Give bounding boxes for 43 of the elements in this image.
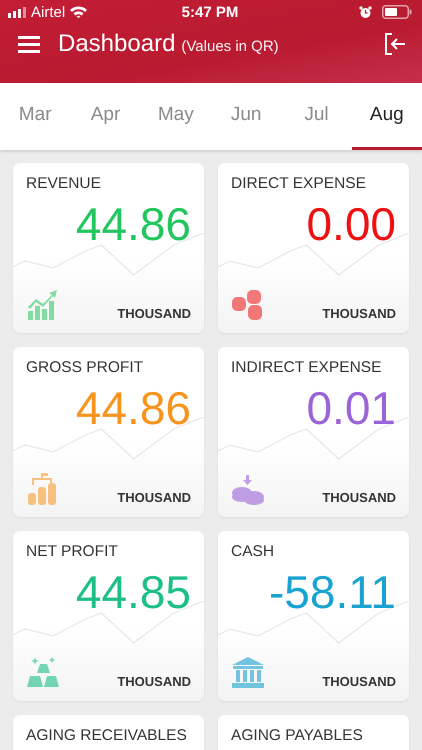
metric-card[interactable]: DIRECT EXPENSE 0.00 THOUSAND: [218, 163, 409, 333]
metric-title: CASH: [231, 543, 274, 561]
metric-value: 44.85: [76, 567, 191, 618]
metric-card[interactable]: AGING PAYABLES: [218, 715, 409, 750]
month-tab[interactable]: Aug: [352, 83, 422, 150]
ingots-icon: [26, 657, 60, 689]
metric-value: 44.86: [76, 383, 191, 434]
battery-icon: [382, 5, 412, 19]
metric-title: AGING PAYABLES: [231, 727, 363, 745]
metric-card[interactable]: REVENUE 44.86 THOUSAND: [13, 163, 204, 333]
unit-label: THOUSAND: [117, 490, 191, 505]
unit-label: THOUSAND: [322, 306, 396, 321]
metric-value: -58.11: [268, 567, 396, 618]
carrier-name: Airtel: [31, 4, 66, 20]
metric-value: 44.86: [76, 199, 191, 250]
page-title: Dashboard: [58, 30, 176, 58]
unit-label: THOUSAND: [322, 674, 396, 689]
wifi-icon: [70, 6, 88, 18]
metric-title: REVENUE: [26, 175, 101, 193]
metric-card[interactable]: NET PROFIT 44.85 THOUSAND: [13, 531, 204, 701]
coins-icon: [231, 475, 265, 505]
metric-title: DIRECT EXPENSE: [231, 175, 366, 193]
currency-note: (Values in QR): [181, 38, 279, 55]
metric-card[interactable]: GROSS PROFIT 44.86 THOUSAND: [13, 347, 204, 517]
metric-card[interactable]: INDIRECT EXPENSE 0.01 THOUSAND: [218, 347, 409, 517]
logout-icon[interactable]: [384, 33, 406, 55]
metric-card[interactable]: AGING RECEIVABLES: [13, 715, 204, 750]
growth-chart-icon: [26, 289, 58, 321]
metric-value: 0.00: [306, 199, 396, 250]
bank-icon: [231, 657, 265, 689]
menu-icon[interactable]: [18, 35, 40, 53]
clock-time: 5:47 PM: [182, 4, 238, 20]
signal-icon: [8, 6, 26, 18]
metric-title: AGING RECEIVABLES: [26, 727, 187, 745]
metric-title: INDIRECT EXPENSE: [231, 359, 382, 377]
unit-label: THOUSAND: [117, 674, 191, 689]
alarm-icon: [359, 6, 372, 18]
metric-card[interactable]: CASH -58.11 THOUSAND: [218, 531, 409, 701]
metric-title: NET PROFIT: [26, 543, 118, 561]
metric-value: 0.01: [306, 383, 396, 434]
unit-label: THOUSAND: [117, 306, 191, 321]
metric-title: GROSS PROFIT: [26, 359, 144, 377]
unit-label: THOUSAND: [322, 490, 396, 505]
